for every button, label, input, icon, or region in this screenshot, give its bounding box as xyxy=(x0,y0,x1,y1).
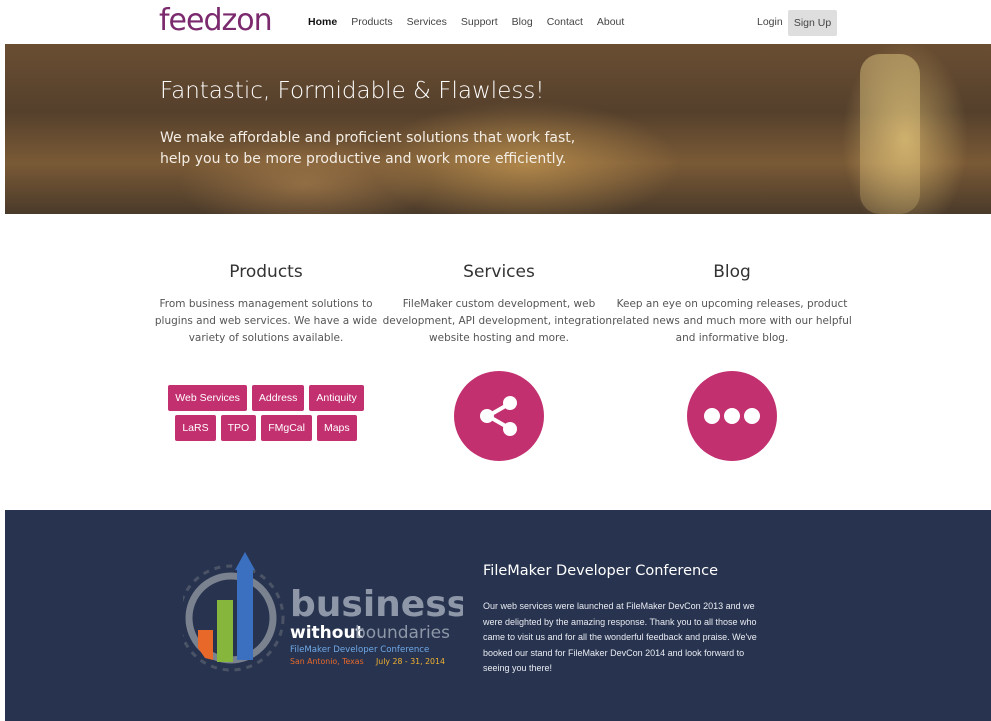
nav-blog[interactable]: Blog xyxy=(512,16,533,28)
conference-text: Our web services were launched at FileMa… xyxy=(483,601,757,673)
products-text: From business management solutions to pl… xyxy=(154,298,378,344)
blog-more-button[interactable] xyxy=(687,371,777,461)
hero-title: Fantastic, Formidable & Flawless! xyxy=(160,78,545,104)
tag-tpo[interactable]: TPO xyxy=(220,415,257,441)
logo-dates: July 28 - 31, 2014 xyxy=(375,657,445,666)
main-nav: Home Products Services Support Blog Cont… xyxy=(308,16,638,28)
conference-title: FileMaker Developer Conference xyxy=(483,563,719,579)
nav-about[interactable]: About xyxy=(597,16,624,28)
tag-fmgcal[interactable]: FMgCal xyxy=(261,415,312,441)
tag-maps[interactable]: Maps xyxy=(316,415,357,441)
products-title: Products xyxy=(229,262,303,282)
nav-support[interactable]: Support xyxy=(461,16,498,28)
conference-section: business without boundaries FileMaker De… xyxy=(5,510,991,721)
nav-services[interactable]: Services xyxy=(407,16,447,28)
tag-web-services[interactable]: Web Services xyxy=(168,385,247,411)
tag-antiquity[interactable]: Antiquity xyxy=(309,385,364,411)
hero-light-glow xyxy=(860,54,920,214)
logo-conference-line: FileMaker Developer Conference xyxy=(290,645,429,655)
tag-lars[interactable]: LaRS xyxy=(175,415,216,441)
product-tags: Web Services Address Antiquity LaRS TPO … xyxy=(160,385,372,445)
logo-word-boundaries: boundaries xyxy=(355,623,450,643)
login-link[interactable]: Login xyxy=(757,16,783,28)
tag-address[interactable]: Address xyxy=(251,385,305,411)
products-column: Products From business management soluti… xyxy=(141,262,391,347)
blog-column: Blog Keep an eye on upcoming releases, p… xyxy=(607,262,857,347)
services-share-button[interactable] xyxy=(454,371,544,461)
hero-subtitle: We make affordable and proficient soluti… xyxy=(160,130,576,167)
services-text: FileMaker custom development, web develo… xyxy=(382,298,616,344)
feedzon-logo[interactable]: feedzon xyxy=(159,3,273,38)
devcon-logo[interactable]: business without boundaries FileMaker De… xyxy=(183,548,463,678)
hero-banner: Fantastic, Formidable & Flawless! We mak… xyxy=(5,44,991,214)
more-dots-icon xyxy=(704,408,760,424)
services-column: Services FileMaker custom development, w… xyxy=(374,262,624,347)
top-navbar: feedzon Home Products Services Support B… xyxy=(0,0,991,44)
logo-word-business: business xyxy=(290,584,463,625)
blog-title: Blog xyxy=(713,262,751,282)
logo-location: San Antonio, Texas xyxy=(290,657,364,666)
share-icon xyxy=(480,396,517,436)
nav-home[interactable]: Home xyxy=(308,16,337,28)
nav-contact[interactable]: Contact xyxy=(547,16,583,28)
logo-word-without: without xyxy=(290,623,364,643)
services-title: Services xyxy=(463,262,535,282)
nav-products[interactable]: Products xyxy=(351,16,392,28)
blog-text: Keep an eye on upcoming releases, produc… xyxy=(612,298,852,344)
signup-button[interactable]: Sign Up xyxy=(788,10,837,36)
